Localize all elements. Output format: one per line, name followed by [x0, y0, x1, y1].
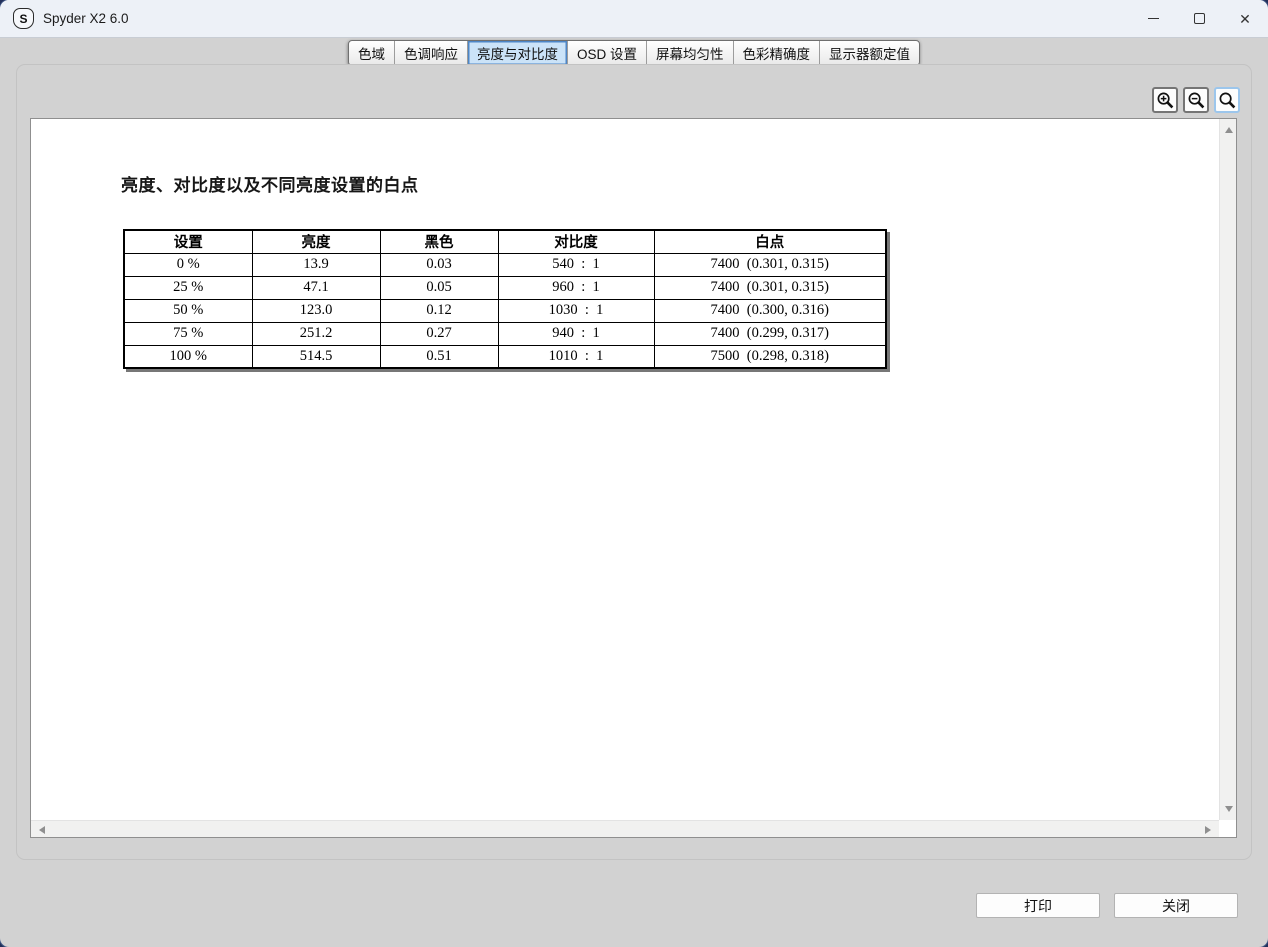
table-cell: 0.03	[379, 252, 499, 277]
col-header-brightness: 亮度	[251, 229, 381, 254]
magnifier-minus-icon	[1188, 92, 1204, 108]
table-cell: 0.27	[379, 321, 499, 346]
table-cell: 7400 (0.300, 0.316)	[653, 298, 887, 323]
col-header-black: 黑色	[379, 229, 499, 254]
app-window: S Spyder X2 6.0 ✕ 色域 色调响应 亮度与对比度 OSD 设置 …	[0, 0, 1268, 947]
tab-brightness-contrast[interactable]: 亮度与对比度	[467, 41, 568, 65]
zoom-out-button[interactable]	[1183, 87, 1209, 113]
window-controls: ✕	[1130, 0, 1268, 37]
print-button[interactable]: 打印	[976, 893, 1100, 918]
magnifier-plus-icon	[1157, 92, 1173, 108]
table-cell: 0.05	[379, 275, 499, 300]
tab-color-accuracy[interactable]: 色彩精确度	[734, 41, 821, 65]
tab-gamut[interactable]: 色域	[349, 41, 395, 65]
report-title: 亮度、对比度以及不同亮度设置的白点	[121, 176, 419, 195]
table-cell: 1010 : 1	[497, 344, 655, 369]
maximize-icon	[1193, 13, 1205, 24]
table-cell: 251.2	[251, 321, 381, 346]
zoom-reset-button[interactable]	[1214, 87, 1240, 113]
brightness-contrast-table: 设置 亮度 黑色 对比度 白点 0 % 13.9 0.03 540 : 1 7400 (…	[123, 229, 887, 369]
maximize-button[interactable]	[1176, 0, 1222, 37]
table-cell: 7400 (0.299, 0.317)	[653, 321, 887, 346]
table-cell: 75 %	[123, 321, 253, 346]
table-row: 0 % 13.9 0.03 540 : 1 7400 (0.301, 0.315)	[123, 252, 887, 277]
table-row: 75 % 251.2 0.27 940 : 1 7400 (0.299, 0.317)	[123, 321, 887, 346]
spyder-logo-icon: S	[13, 8, 34, 29]
table-row: 50 % 123.0 0.12 1030 : 1 7400 (0.300, 0.316)	[123, 298, 887, 323]
table-cell: 960 : 1	[497, 275, 655, 300]
table-cell: 47.1	[251, 275, 381, 300]
table-row: 100 % 514.5 0.51 1010 : 1 7500 (0.298, 0.318…	[123, 344, 887, 369]
window-title: Spyder X2 6.0	[43, 11, 129, 26]
zoom-in-button[interactable]	[1152, 87, 1178, 113]
table-cell: 7500 (0.298, 0.318)	[653, 344, 887, 369]
table-cell: 25 %	[123, 275, 253, 300]
close-icon: ✕	[1239, 10, 1251, 27]
scrollbar-corner	[1219, 820, 1236, 837]
scroll-left-icon[interactable]	[39, 826, 45, 834]
scroll-up-icon[interactable]	[1225, 127, 1233, 133]
report-viewport: 亮度、对比度以及不同亮度设置的白点 设置 亮度 黑色 对比度 白点 0 % 13.…	[30, 118, 1237, 838]
table-cell: 540 : 1	[497, 252, 655, 277]
col-header-whitepoint: 白点	[653, 229, 887, 254]
report-table-body: 0 % 13.9 0.03 540 : 1 7400 (0.301, 0.315) 25 …	[123, 252, 887, 369]
table-cell: 50 %	[123, 298, 253, 323]
horizontal-scrollbar[interactable]	[31, 820, 1219, 837]
table-cell: 7400 (0.301, 0.315)	[653, 252, 887, 277]
scroll-down-icon[interactable]	[1225, 806, 1233, 812]
minimize-icon	[1147, 17, 1159, 20]
minimize-button[interactable]	[1130, 0, 1176, 37]
table-cell: 0.51	[379, 344, 499, 369]
table-cell: 0 %	[123, 252, 253, 277]
table-cell: 0.12	[379, 298, 499, 323]
col-header-setting: 设置	[123, 229, 253, 254]
scroll-right-icon[interactable]	[1205, 826, 1211, 834]
vertical-scrollbar[interactable]	[1219, 119, 1236, 820]
magnifier-icon	[1219, 92, 1235, 108]
close-report-button[interactable]: 关闭	[1114, 893, 1238, 918]
table-cell: 123.0	[251, 298, 381, 323]
table-cell: 1030 : 1	[497, 298, 655, 323]
table-header-row: 设置 亮度 黑色 对比度 白点	[123, 229, 887, 254]
tab-tone-response[interactable]: 色调响应	[395, 41, 468, 65]
table-cell: 13.9	[251, 252, 381, 277]
report-tabstrip: 色域 色调响应 亮度与对比度 OSD 设置 屏幕均匀性 色彩精确度 显示器额定值	[347, 40, 921, 66]
table-cell: 100 %	[123, 344, 253, 369]
zoom-toolbar	[1152, 87, 1240, 113]
table-row: 25 % 47.1 0.05 960 : 1 7400 (0.301, 0.315)	[123, 275, 887, 300]
tab-osd-settings[interactable]: OSD 设置	[568, 41, 648, 65]
titlebar: S Spyder X2 6.0 ✕	[0, 0, 1268, 38]
tab-screen-uniformity[interactable]: 屏幕均匀性	[647, 41, 734, 65]
table-cell: 940 : 1	[497, 321, 655, 346]
table-cell: 7400 (0.301, 0.315)	[653, 275, 887, 300]
col-header-contrast: 对比度	[497, 229, 655, 254]
close-button[interactable]: ✕	[1222, 0, 1268, 37]
table-cell: 514.5	[251, 344, 381, 369]
tab-monitor-ratings[interactable]: 显示器额定值	[820, 41, 919, 65]
